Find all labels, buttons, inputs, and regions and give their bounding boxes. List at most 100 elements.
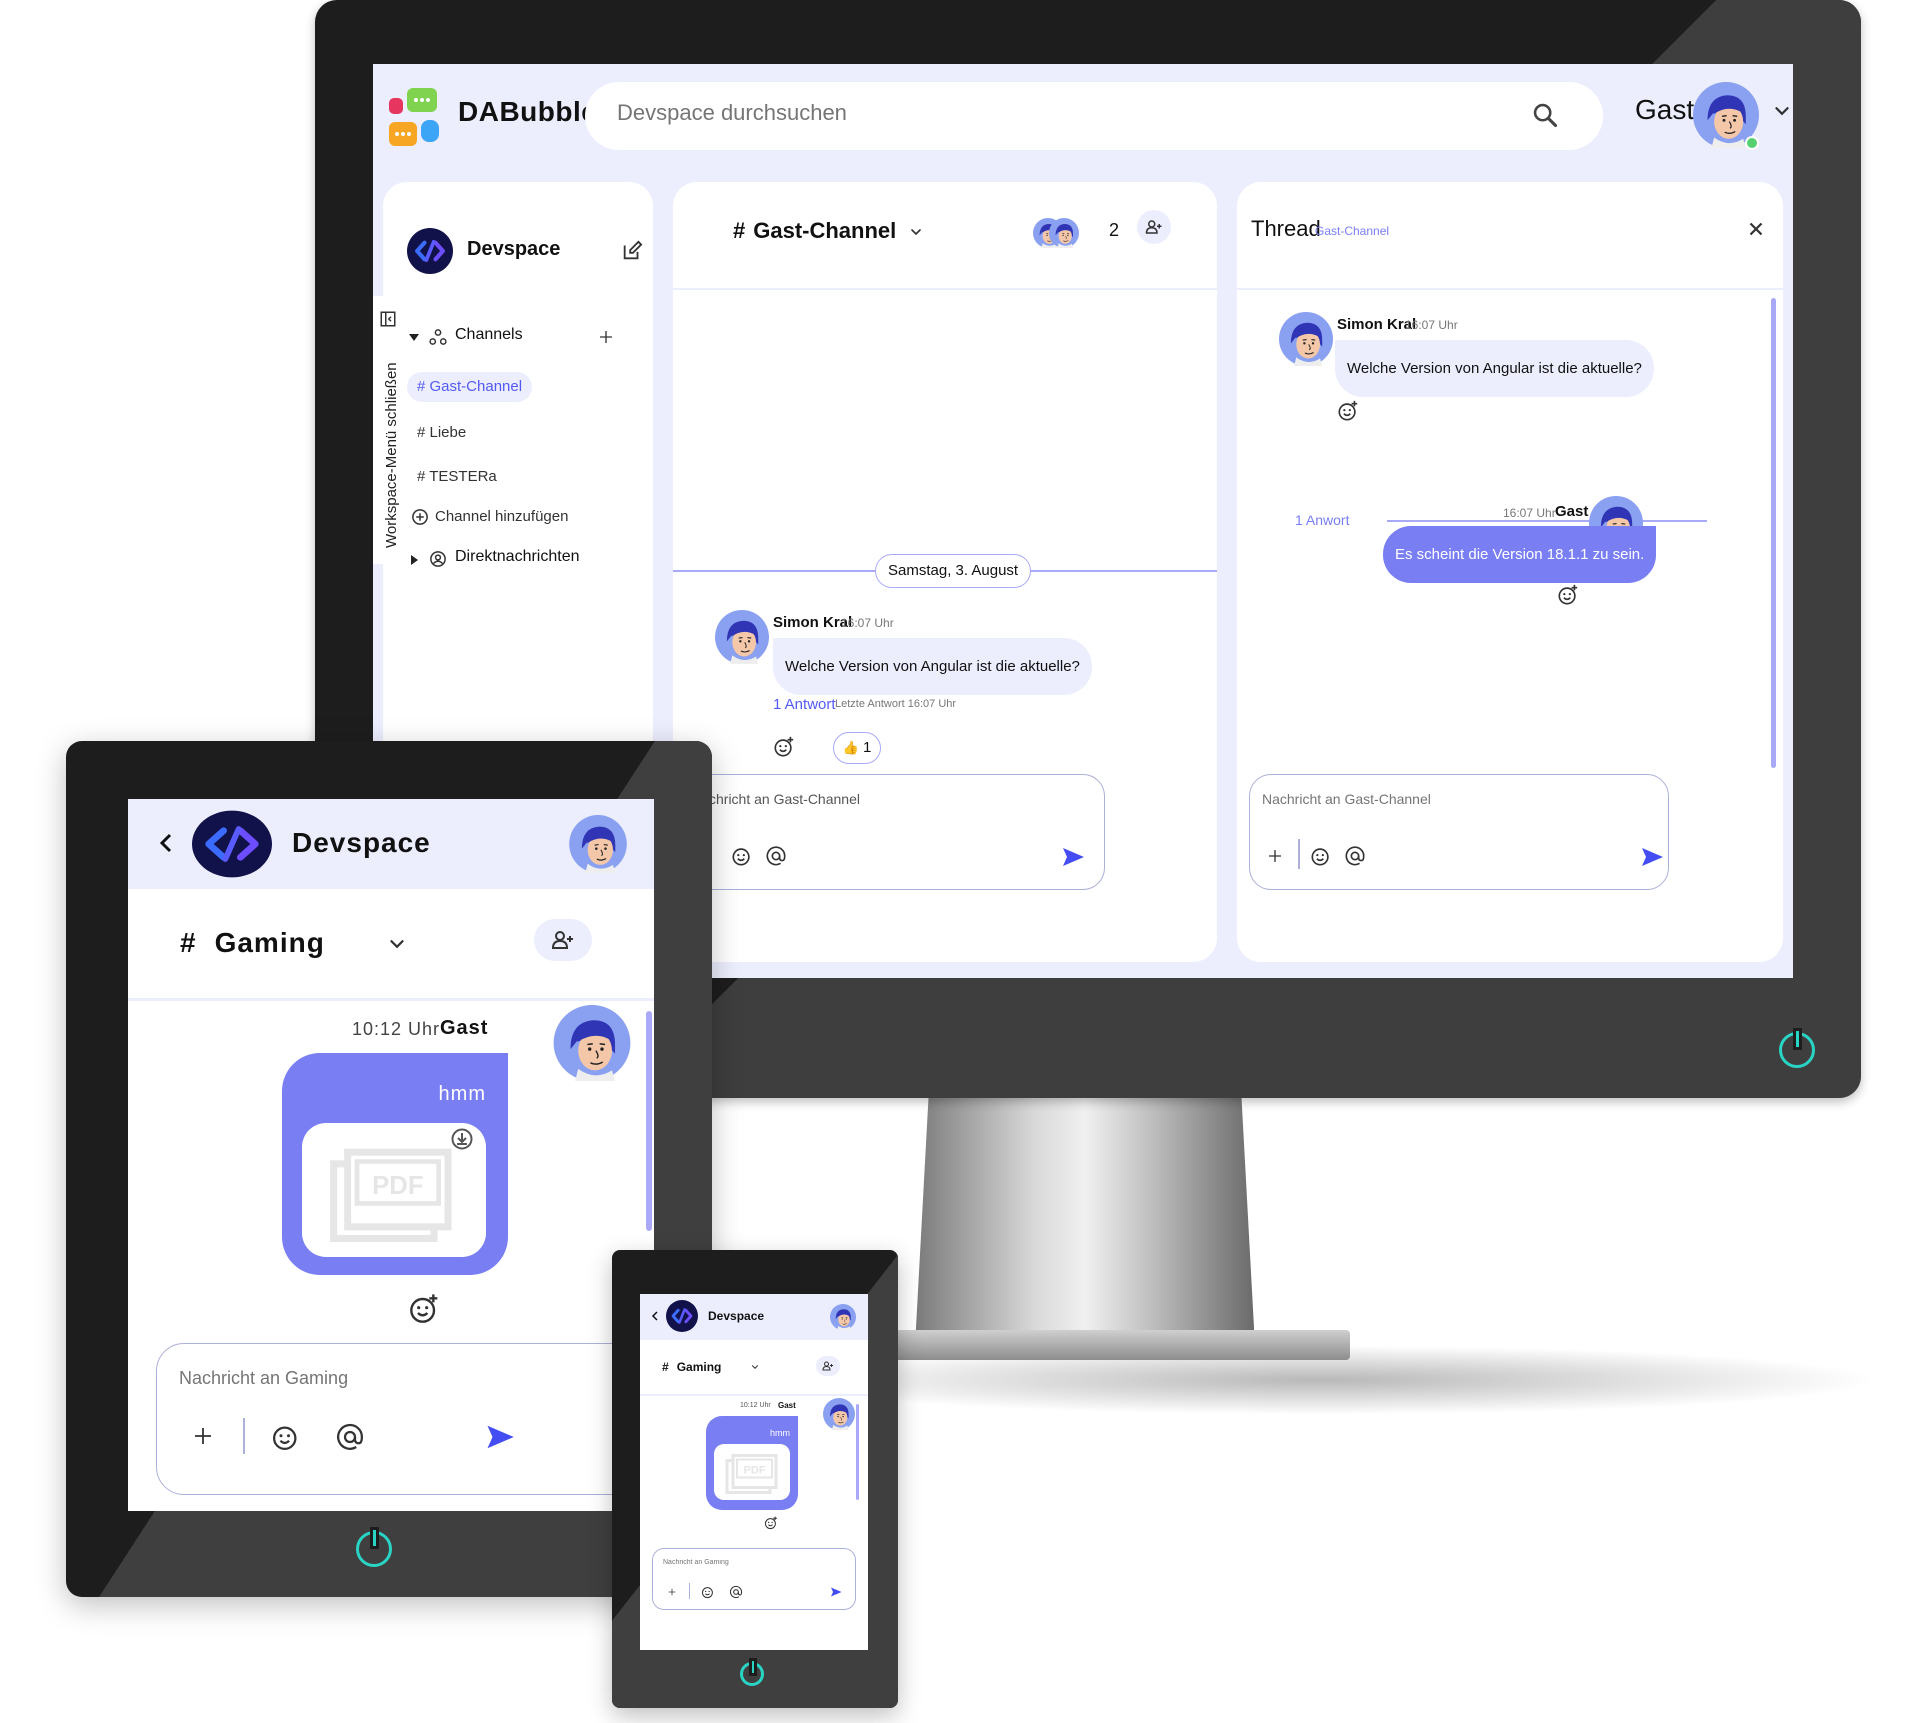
pdf-file-icon [722,1450,782,1496]
send-icon[interactable] [1640,845,1664,869]
channel-members-avatars[interactable] [1033,216,1081,250]
send-icon[interactable] [483,1422,517,1452]
reply-message-bubble: Es scheint die Version 18.1.1 zu sein. [1383,526,1657,583]
plus-icon[interactable] [667,1587,677,1597]
message-text: hmm [770,1428,790,1438]
add-member-button[interactable] [1137,210,1171,244]
mention-icon[interactable] [765,845,787,867]
add-member-button[interactable] [534,919,592,961]
add-reaction-icon[interactable] [1557,584,1579,606]
close-icon[interactable] [1745,218,1767,240]
workspace-logo-icon [407,228,453,274]
thread-scrollbar[interactable] [1771,298,1776,768]
add-channel-label: Channel hinzufügen [435,508,569,525]
download-icon[interactable] [450,1127,474,1151]
add-user-icon [822,1360,834,1372]
caret-down-icon[interactable] [409,332,419,342]
message-composer[interactable] [156,1343,654,1495]
tablet-power-button[interactable] [356,1530,392,1567]
message-bubble: hmm [282,1053,508,1275]
message-composer[interactable] [652,1548,856,1610]
channel-message-composer[interactable]: chricht an Gast-Channel [697,774,1105,890]
message-input[interactable] [179,1368,559,1389]
thread-author-avatar[interactable] [1279,312,1333,366]
add-reaction-icon[interactable] [764,1516,778,1530]
add-reaction-icon[interactable] [408,1293,440,1325]
back-icon[interactable] [156,831,176,855]
back-icon[interactable] [650,1310,660,1322]
edit-message-icon[interactable] [621,240,643,262]
scrollbar[interactable] [856,1404,859,1500]
channel-title-button[interactable]: # Gast-Channel [733,218,924,244]
channel-title-button[interactable]: # Gaming [662,1360,721,1374]
replies-link[interactable]: 1 Antwort [773,696,836,713]
thread-time: 16:07 Uhr [1405,318,1458,332]
channel-header: # Gaming [128,889,654,1001]
smiley-icon[interactable] [731,845,753,867]
tablet-topbar: Devspace [128,799,654,889]
message-input[interactable] [663,1559,833,1566]
message-author-avatar[interactable] [715,610,769,664]
channel-item-liebe[interactable]: # Liebe [407,418,476,448]
channel-hash: # [733,218,746,243]
chevron-down-icon[interactable] [1771,100,1793,122]
user-avatar[interactable] [562,815,634,873]
phone-app-screen: Devspace # Gaming 10:12 Uhr Gast hmm [640,1294,868,1650]
message-author-avatar[interactable] [820,1398,858,1430]
smiley-icon[interactable] [271,1422,301,1452]
thread-message-input[interactable] [1262,791,1642,807]
caret-right-icon[interactable] [409,555,419,565]
pdf-attachment[interactable] [302,1123,486,1257]
search-input[interactable] [617,100,1517,126]
thread-panel: Thread Gast-Channel Simon Kral 16:07 Uhr… [1237,182,1783,962]
send-icon[interactable] [1061,845,1085,869]
message-author[interactable]: Gast [778,1401,796,1410]
add-reaction-icon[interactable] [1337,400,1359,422]
mention-icon[interactable] [335,1422,365,1452]
plus-icon[interactable] [1266,847,1284,865]
mention-icon[interactable] [729,1585,743,1599]
add-user-icon [1145,218,1163,236]
reply-author[interactable]: Gast [1555,503,1588,520]
add-channel-button[interactable]: Channel hinzufügen [411,506,641,532]
direct-messages-section-header[interactable]: Direktnachrichten [409,548,639,574]
monitor-power-button[interactable] [1779,1031,1815,1068]
reaction-chip[interactable]: 👍 1 [833,732,881,764]
message-time: 16:07 Uhr [841,616,894,630]
channel-header: # Gast-Channel 2 [673,182,1217,290]
send-icon[interactable] [829,1586,843,1598]
channel-item-gast-channel[interactable]: # Gast-Channel [407,372,533,402]
message-author[interactable]: Gast [440,1017,488,1040]
message-author-avatar[interactable] [544,1005,640,1081]
chevron-down-icon[interactable] [750,1362,760,1372]
scrollbar[interactable] [646,1011,652,1231]
smiley-icon[interactable] [1310,845,1332,867]
channel-panel: # Gast-Channel 2 Samstag, 3. August Simon… [673,182,1217,962]
add-user-icon [550,928,576,952]
channel-header: # Gaming [640,1340,868,1396]
message-bubble: Welche Version von Angular ist die aktue… [773,638,1092,695]
user-name[interactable]: Gast [1635,94,1694,126]
add-channel-plus-icon[interactable] [597,328,615,346]
channels-section-header[interactable]: Channels [409,324,649,352]
thread-message-composer[interactable] [1249,774,1669,890]
channel-title-button[interactable]: # Gaming [180,927,325,959]
thread-reply-divider [1387,520,1707,522]
search-icon[interactable] [1531,100,1559,130]
add-reaction-icon[interactable] [773,736,795,758]
mention-icon[interactable] [1344,845,1366,867]
user-avatar[interactable] [828,1304,858,1330]
plus-icon[interactable] [191,1424,215,1448]
smiley-icon[interactable] [701,1585,715,1599]
pdf-file-icon [322,1139,462,1247]
workspace-menu-toggle[interactable]: Workspace-Menü schließen [373,296,407,564]
channel-title: Gaming [676,1360,722,1374]
channel-item-testera[interactable]: # TESTERa [407,462,507,492]
phone-power-button[interactable] [740,1661,764,1686]
account-circle-icon [430,551,446,567]
add-member-button[interactable] [816,1356,840,1376]
message-input-visible-text[interactable]: chricht an Gast-Channel [709,791,1069,807]
search-bar[interactable] [585,82,1603,150]
pdf-attachment[interactable] [714,1444,790,1500]
chevron-down-icon[interactable] [386,933,408,955]
